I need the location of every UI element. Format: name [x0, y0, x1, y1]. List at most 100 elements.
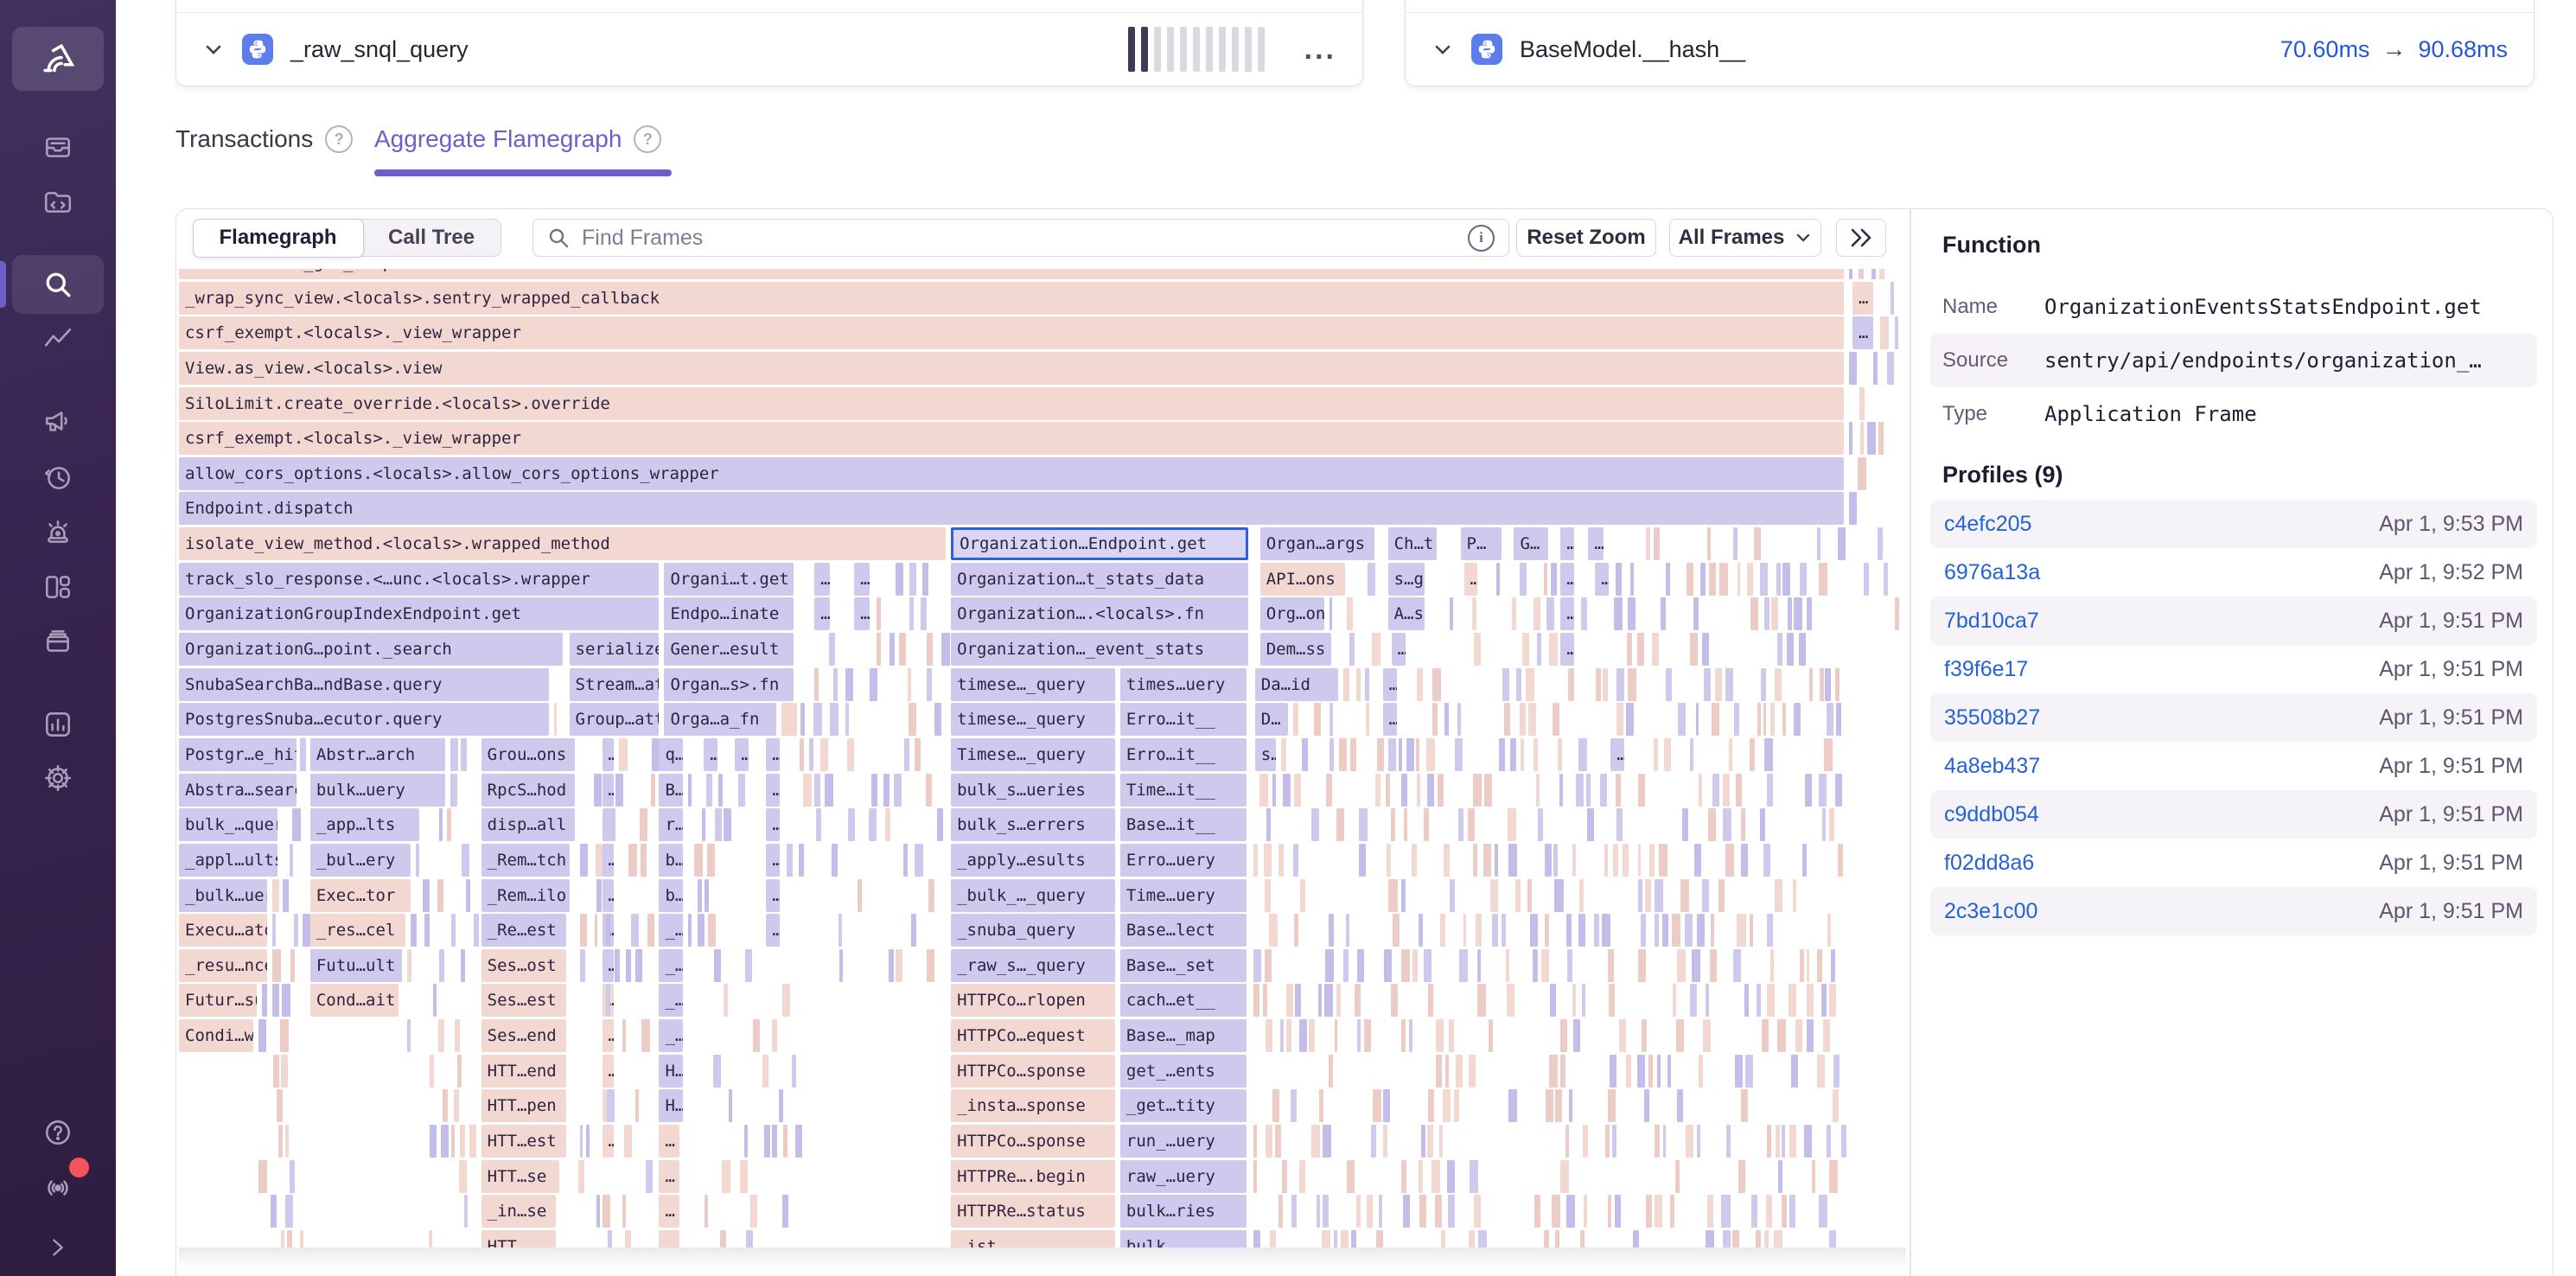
- flame-frame[interactable]: HTTPCo…equest: [951, 1019, 1115, 1052]
- flame-frame[interactable]: raw_…uery: [1120, 1160, 1247, 1193]
- sidebar-item-sentry-logo[interactable]: [12, 27, 104, 91]
- ellipsis-menu-icon[interactable]: ...: [1304, 41, 1336, 58]
- flame-frame[interactable]: Organization….<locals>.fn: [951, 597, 1248, 630]
- flame-frame[interactable]: Base…_set: [1120, 949, 1247, 982]
- sidebar-item-help[interactable]: [12, 1105, 104, 1160]
- chevron-down-icon[interactable]: [202, 38, 225, 61]
- flame-frame[interactable]: Erro…it__: [1120, 738, 1247, 771]
- sidebar-item-replays[interactable]: [12, 450, 104, 506]
- flame-frame[interactable]: _bulk_…_query: [951, 879, 1115, 912]
- flame-frame[interactable]: [781, 703, 797, 736]
- flame-frame[interactable]: Organization…t_stats_data: [951, 563, 1248, 596]
- flame-frame[interactable]: HTTPCo…sponse: [951, 1125, 1115, 1158]
- flame-frame[interactable]: …: [766, 914, 780, 947]
- profile-id-link[interactable]: c9ddb054: [1944, 802, 2039, 827]
- flame-frame[interactable]: Ses…end: [481, 1019, 566, 1052]
- flame-frame[interactable]: _res…cel: [310, 914, 405, 947]
- aggregate-flamegraph-canvas[interactable]: BaseHandler…_get_response_wrap_sync_view…: [179, 269, 1906, 1247]
- flame-frame[interactable]: bulk_…query: [179, 808, 277, 841]
- duration-before[interactable]: 70.60ms: [2280, 36, 2370, 63]
- flame-frame[interactable]: get_…ents: [1120, 1055, 1247, 1088]
- profile-id-link[interactable]: 6976a13a: [1944, 560, 2040, 585]
- flame-frame[interactable]: HTT…pen: [481, 1089, 566, 1122]
- sidebar-item-explore[interactable]: [12, 175, 104, 230]
- flame-frame[interactable]: b…: [659, 879, 683, 912]
- flame-frame[interactable]: _…: [659, 1019, 683, 1052]
- flame-frame[interactable]: _app…lts: [310, 808, 419, 841]
- profile-id-link[interactable]: 2c3e1c00: [1944, 899, 2037, 924]
- flame-frame[interactable]: …: [603, 1019, 615, 1052]
- flame-frame[interactable]: _…: [659, 914, 683, 947]
- flame-frame[interactable]: _raw_s…_query: [951, 949, 1115, 982]
- flame-frame[interactable]: Time…uery: [1120, 879, 1247, 912]
- flame-frame[interactable]: OrganizationGroupIndexEndpoint.get: [179, 597, 659, 630]
- flame-frame[interactable]: Exec…tor: [310, 879, 411, 912]
- flame-frame[interactable]: _insta…sponse: [951, 1089, 1115, 1122]
- flame-frame[interactable]: Base…_map: [1120, 1019, 1247, 1052]
- flame-frame[interactable]: Ses…ost: [481, 949, 566, 982]
- flame-frame[interactable]: Abstr…arch: [310, 738, 445, 771]
- flame-frame[interactable]: PostgresSnuba…ecutor.query: [179, 703, 549, 736]
- sidebar-item-dashboards[interactable]: [12, 559, 104, 615]
- flame-frame[interactable]: …: [1610, 738, 1624, 771]
- flame-frame[interactable]: _…: [659, 984, 683, 1017]
- flame-frame[interactable]: HTT…est: [481, 1125, 566, 1158]
- flame-frame[interactable]: …: [1588, 527, 1604, 560]
- flame-frame[interactable]: …: [766, 808, 780, 841]
- flame-frame[interactable]: bulk…ries: [1120, 1195, 1247, 1228]
- flame-frame[interactable]: Cond…ait: [310, 984, 399, 1017]
- flame-frame[interactable]: csrf_exempt.<locals>._view_wrapper: [179, 316, 1844, 349]
- flame-frame[interactable]: Organization…_event_stats: [951, 633, 1248, 666]
- chevron-down-icon[interactable]: [1431, 38, 1454, 61]
- flame-frame[interactable]: …: [1392, 633, 1406, 666]
- flame-frame[interactable]: D…: [1255, 703, 1288, 736]
- flame-frame[interactable]: View.as_view.<locals>.view: [179, 352, 1844, 385]
- flame-frame[interactable]: Organ…s>.fn: [664, 668, 794, 701]
- flame-frame[interactable]: G…: [1514, 527, 1548, 560]
- flame-frame[interactable]: SnubaSearchBa…ndBase.query: [179, 668, 549, 701]
- flame-frame[interactable]: …: [603, 844, 615, 877]
- flame-frame[interactable]: allow_cors_options.<locals>.allow_cors_o…: [179, 457, 1844, 490]
- flame-frame[interactable]: …: [766, 774, 780, 807]
- flame-frame[interactable]: Condi…wait: [179, 1019, 253, 1052]
- flame-frame[interactable]: …ist: [951, 1230, 1115, 1247]
- flame-frame[interactable]: Organi…t.get: [664, 563, 794, 596]
- flame-frame[interactable]: …: [1852, 282, 1873, 315]
- sidebar-item-feedback[interactable]: [12, 394, 104, 450]
- help-circle-icon[interactable]: ?: [634, 125, 661, 153]
- flame-frame[interactable]: cach…et__: [1120, 984, 1247, 1017]
- flame-frame[interactable]: …: [1560, 527, 1574, 560]
- flame-frame[interactable]: Base…it__: [1120, 808, 1247, 841]
- flame-frame[interactable]: …: [659, 1125, 679, 1158]
- flame-frame[interactable]: OrganizationG…point._search: [179, 633, 563, 666]
- flame-frame[interactable]: s…: [1255, 738, 1276, 771]
- flame-frame[interactable]: _resu…ncel: [179, 949, 267, 982]
- flame-frame[interactable]: Gener…esult: [664, 633, 794, 666]
- flame-frame[interactable]: API…ons: [1260, 563, 1345, 596]
- sidebar-item-search[interactable]: [12, 255, 104, 314]
- flame-frame[interactable]: _Rem…tch: [481, 844, 570, 877]
- flame-frame[interactable]: H…: [659, 1089, 683, 1122]
- segment-call-tree[interactable]: Call Tree: [362, 220, 501, 256]
- flame-frame[interactable]: csrf_exempt.<locals>._view_wrapper: [179, 422, 1844, 455]
- help-circle-icon[interactable]: ?: [325, 125, 353, 153]
- sidebar-item-whats-new[interactable]: [12, 1158, 104, 1214]
- flame-frame[interactable]: serialize: [570, 633, 660, 666]
- profile-id-link[interactable]: f39f6e17: [1944, 657, 2028, 682]
- flame-frame[interactable]: s…g: [1388, 563, 1425, 596]
- flame-frame[interactable]: Time…it__: [1120, 774, 1247, 807]
- flame-frame[interactable]: timese…_query: [951, 668, 1115, 701]
- flame-frame[interactable]: run_…uery: [1120, 1125, 1247, 1158]
- flame-frame[interactable]: Endpoint.dispatch: [179, 492, 1844, 525]
- frames-filter-dropdown[interactable]: All Frames: [1669, 219, 1821, 257]
- flame-frame[interactable]: Ses…est: [481, 984, 566, 1017]
- flame-frame[interactable]: _…: [659, 949, 683, 982]
- flame-frame[interactable]: disp…all: [481, 808, 575, 841]
- flame-frame[interactable]: RpcS…hod: [481, 774, 575, 807]
- flame-frame[interactable]: Futu…ult: [310, 949, 402, 982]
- sidebar-item-stats[interactable]: [12, 697, 104, 752]
- flame-frame[interactable]: HTT…end: [481, 1055, 566, 1088]
- flame-frame[interactable]: Futur…sult: [179, 984, 257, 1017]
- flame-frame[interactable]: times…uery: [1120, 668, 1247, 701]
- flame-frame[interactable]: track_slo_response.<…unc.<locals>.wrappe…: [179, 563, 659, 596]
